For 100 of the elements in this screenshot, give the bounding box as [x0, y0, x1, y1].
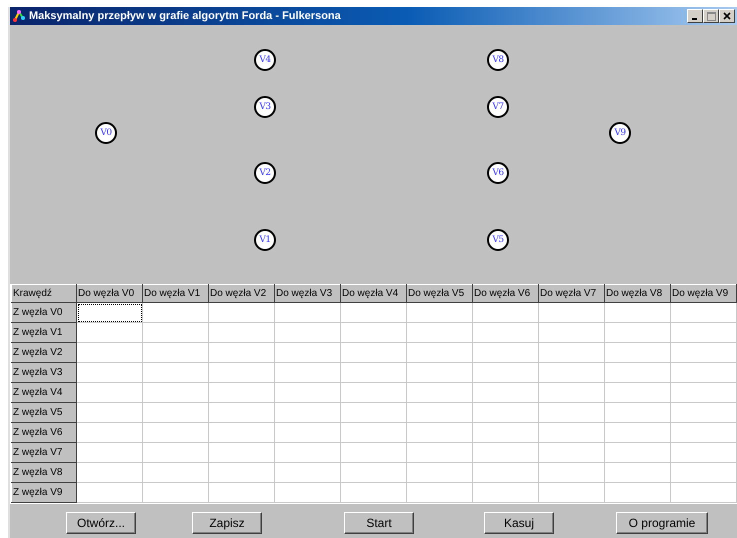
table-cell[interactable]: [472, 422, 538, 442]
table-cell[interactable]: [76, 322, 142, 342]
table-cell[interactable]: [604, 322, 670, 342]
table-cell[interactable]: [274, 462, 340, 482]
table-cell[interactable]: [340, 302, 406, 322]
action-button[interactable]: Kasuj: [484, 512, 554, 534]
table-cell[interactable]: [604, 402, 670, 422]
table-cell[interactable]: [340, 342, 406, 362]
table-cell[interactable]: [142, 322, 208, 342]
table-cell[interactable]: [406, 362, 472, 382]
action-button[interactable]: Otwórz...: [66, 512, 136, 534]
table-cell[interactable]: [406, 422, 472, 442]
action-button[interactable]: Zapisz: [192, 512, 262, 534]
table-cell[interactable]: [604, 342, 670, 362]
table-cell[interactable]: [670, 302, 736, 322]
table-cell[interactable]: [604, 302, 670, 322]
table-cell[interactable]: [538, 482, 604, 502]
table-cell[interactable]: [538, 322, 604, 342]
minimize-button[interactable]: [687, 9, 703, 23]
table-cell[interactable]: [208, 422, 274, 442]
table-cell[interactable]: [208, 382, 274, 402]
table-cell[interactable]: [76, 342, 142, 362]
table-cell[interactable]: [538, 442, 604, 462]
table-cell[interactable]: [274, 382, 340, 402]
table-cell[interactable]: [76, 442, 142, 462]
table-cell[interactable]: [406, 482, 472, 502]
table-cell[interactable]: [142, 442, 208, 462]
table-cell[interactable]: [340, 382, 406, 402]
table-cell[interactable]: [76, 482, 142, 502]
close-button[interactable]: [719, 9, 735, 23]
table-cell[interactable]: [406, 342, 472, 362]
table-cell[interactable]: [340, 362, 406, 382]
table-cell[interactable]: [274, 422, 340, 442]
table-cell[interactable]: [208, 402, 274, 422]
table-cell[interactable]: [208, 462, 274, 482]
table-cell[interactable]: [472, 442, 538, 462]
maximize-button[interactable]: [703, 9, 719, 23]
table-cell[interactable]: [670, 322, 736, 342]
table-cell[interactable]: [76, 402, 142, 422]
table-cell[interactable]: [208, 442, 274, 462]
table-cell[interactable]: [340, 462, 406, 482]
action-button[interactable]: Start: [344, 512, 414, 534]
table-cell[interactable]: [142, 302, 208, 322]
table-cell[interactable]: [538, 382, 604, 402]
table-cell[interactable]: [208, 342, 274, 362]
table-cell[interactable]: [538, 342, 604, 362]
table-cell[interactable]: [472, 322, 538, 342]
table-cell[interactable]: [604, 422, 670, 442]
table-cell[interactable]: [538, 402, 604, 422]
table-cell[interactable]: [670, 342, 736, 362]
table-cell[interactable]: [274, 362, 340, 382]
table-cell[interactable]: [76, 382, 142, 402]
table-cell[interactable]: [76, 462, 142, 482]
table-cell[interactable]: [142, 422, 208, 442]
table-cell[interactable]: [274, 402, 340, 422]
table-cell[interactable]: [670, 462, 736, 482]
table-cell[interactable]: [538, 462, 604, 482]
table-cell[interactable]: [340, 442, 406, 462]
table-cell[interactable]: [76, 302, 142, 322]
table-cell[interactable]: [406, 322, 472, 342]
table-cell[interactable]: [604, 462, 670, 482]
table-cell[interactable]: [604, 442, 670, 462]
table-cell[interactable]: [538, 362, 604, 382]
table-cell[interactable]: [604, 482, 670, 502]
table-cell[interactable]: [670, 402, 736, 422]
table-cell[interactable]: [274, 302, 340, 322]
table-cell[interactable]: [208, 302, 274, 322]
action-button[interactable]: O programie: [616, 512, 708, 534]
table-cell[interactable]: [142, 362, 208, 382]
table-cell[interactable]: [670, 362, 736, 382]
table-cell[interactable]: [406, 382, 472, 402]
table-cell[interactable]: [472, 382, 538, 402]
table-cell[interactable]: [142, 342, 208, 362]
table-cell[interactable]: [208, 362, 274, 382]
table-cell[interactable]: [208, 482, 274, 502]
table-cell[interactable]: [538, 422, 604, 442]
table-cell[interactable]: [274, 442, 340, 462]
table-cell[interactable]: [604, 362, 670, 382]
table-cell[interactable]: [76, 422, 142, 442]
table-cell[interactable]: [142, 402, 208, 422]
table-cell[interactable]: [472, 302, 538, 322]
table-cell[interactable]: [406, 442, 472, 462]
table-cell[interactable]: [406, 402, 472, 422]
table-cell[interactable]: [472, 462, 538, 482]
table-cell[interactable]: [670, 482, 736, 502]
table-cell[interactable]: [604, 382, 670, 402]
table-cell[interactable]: [340, 422, 406, 442]
table-cell[interactable]: [472, 362, 538, 382]
table-cell[interactable]: [472, 402, 538, 422]
table-cell[interactable]: [274, 342, 340, 362]
table-cell[interactable]: [142, 482, 208, 502]
table-cell[interactable]: [274, 322, 340, 342]
table-cell[interactable]: [340, 482, 406, 502]
table-cell[interactable]: [142, 462, 208, 482]
table-cell[interactable]: [670, 442, 736, 462]
table-cell[interactable]: [538, 302, 604, 322]
table-cell[interactable]: [208, 322, 274, 342]
table-cell[interactable]: [406, 302, 472, 322]
table-cell[interactable]: [76, 362, 142, 382]
table-cell[interactable]: [472, 342, 538, 362]
